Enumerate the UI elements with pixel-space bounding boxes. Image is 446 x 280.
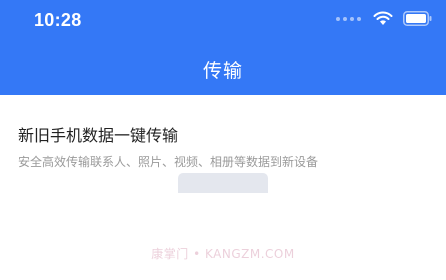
status-bar-time: 10:28 xyxy=(34,10,82,30)
wifi-icon xyxy=(373,11,393,25)
page-title: 传输 xyxy=(202,60,243,82)
signal-dots-icon xyxy=(336,16,361,21)
transfer-title: 新旧手机数据一键传输 xyxy=(18,126,179,145)
start-transfer-button[interactable] xyxy=(178,173,268,193)
app-header: 10:28 传输 xyxy=(0,0,446,95)
status-bar-icons xyxy=(336,11,432,26)
watermark-text: 康掌门 • KANGZM.COM xyxy=(151,247,295,261)
transfer-description: 安全高效传输联系人、照片、视频、相册等数据到新设备 xyxy=(18,155,319,169)
battery-icon xyxy=(403,11,432,26)
